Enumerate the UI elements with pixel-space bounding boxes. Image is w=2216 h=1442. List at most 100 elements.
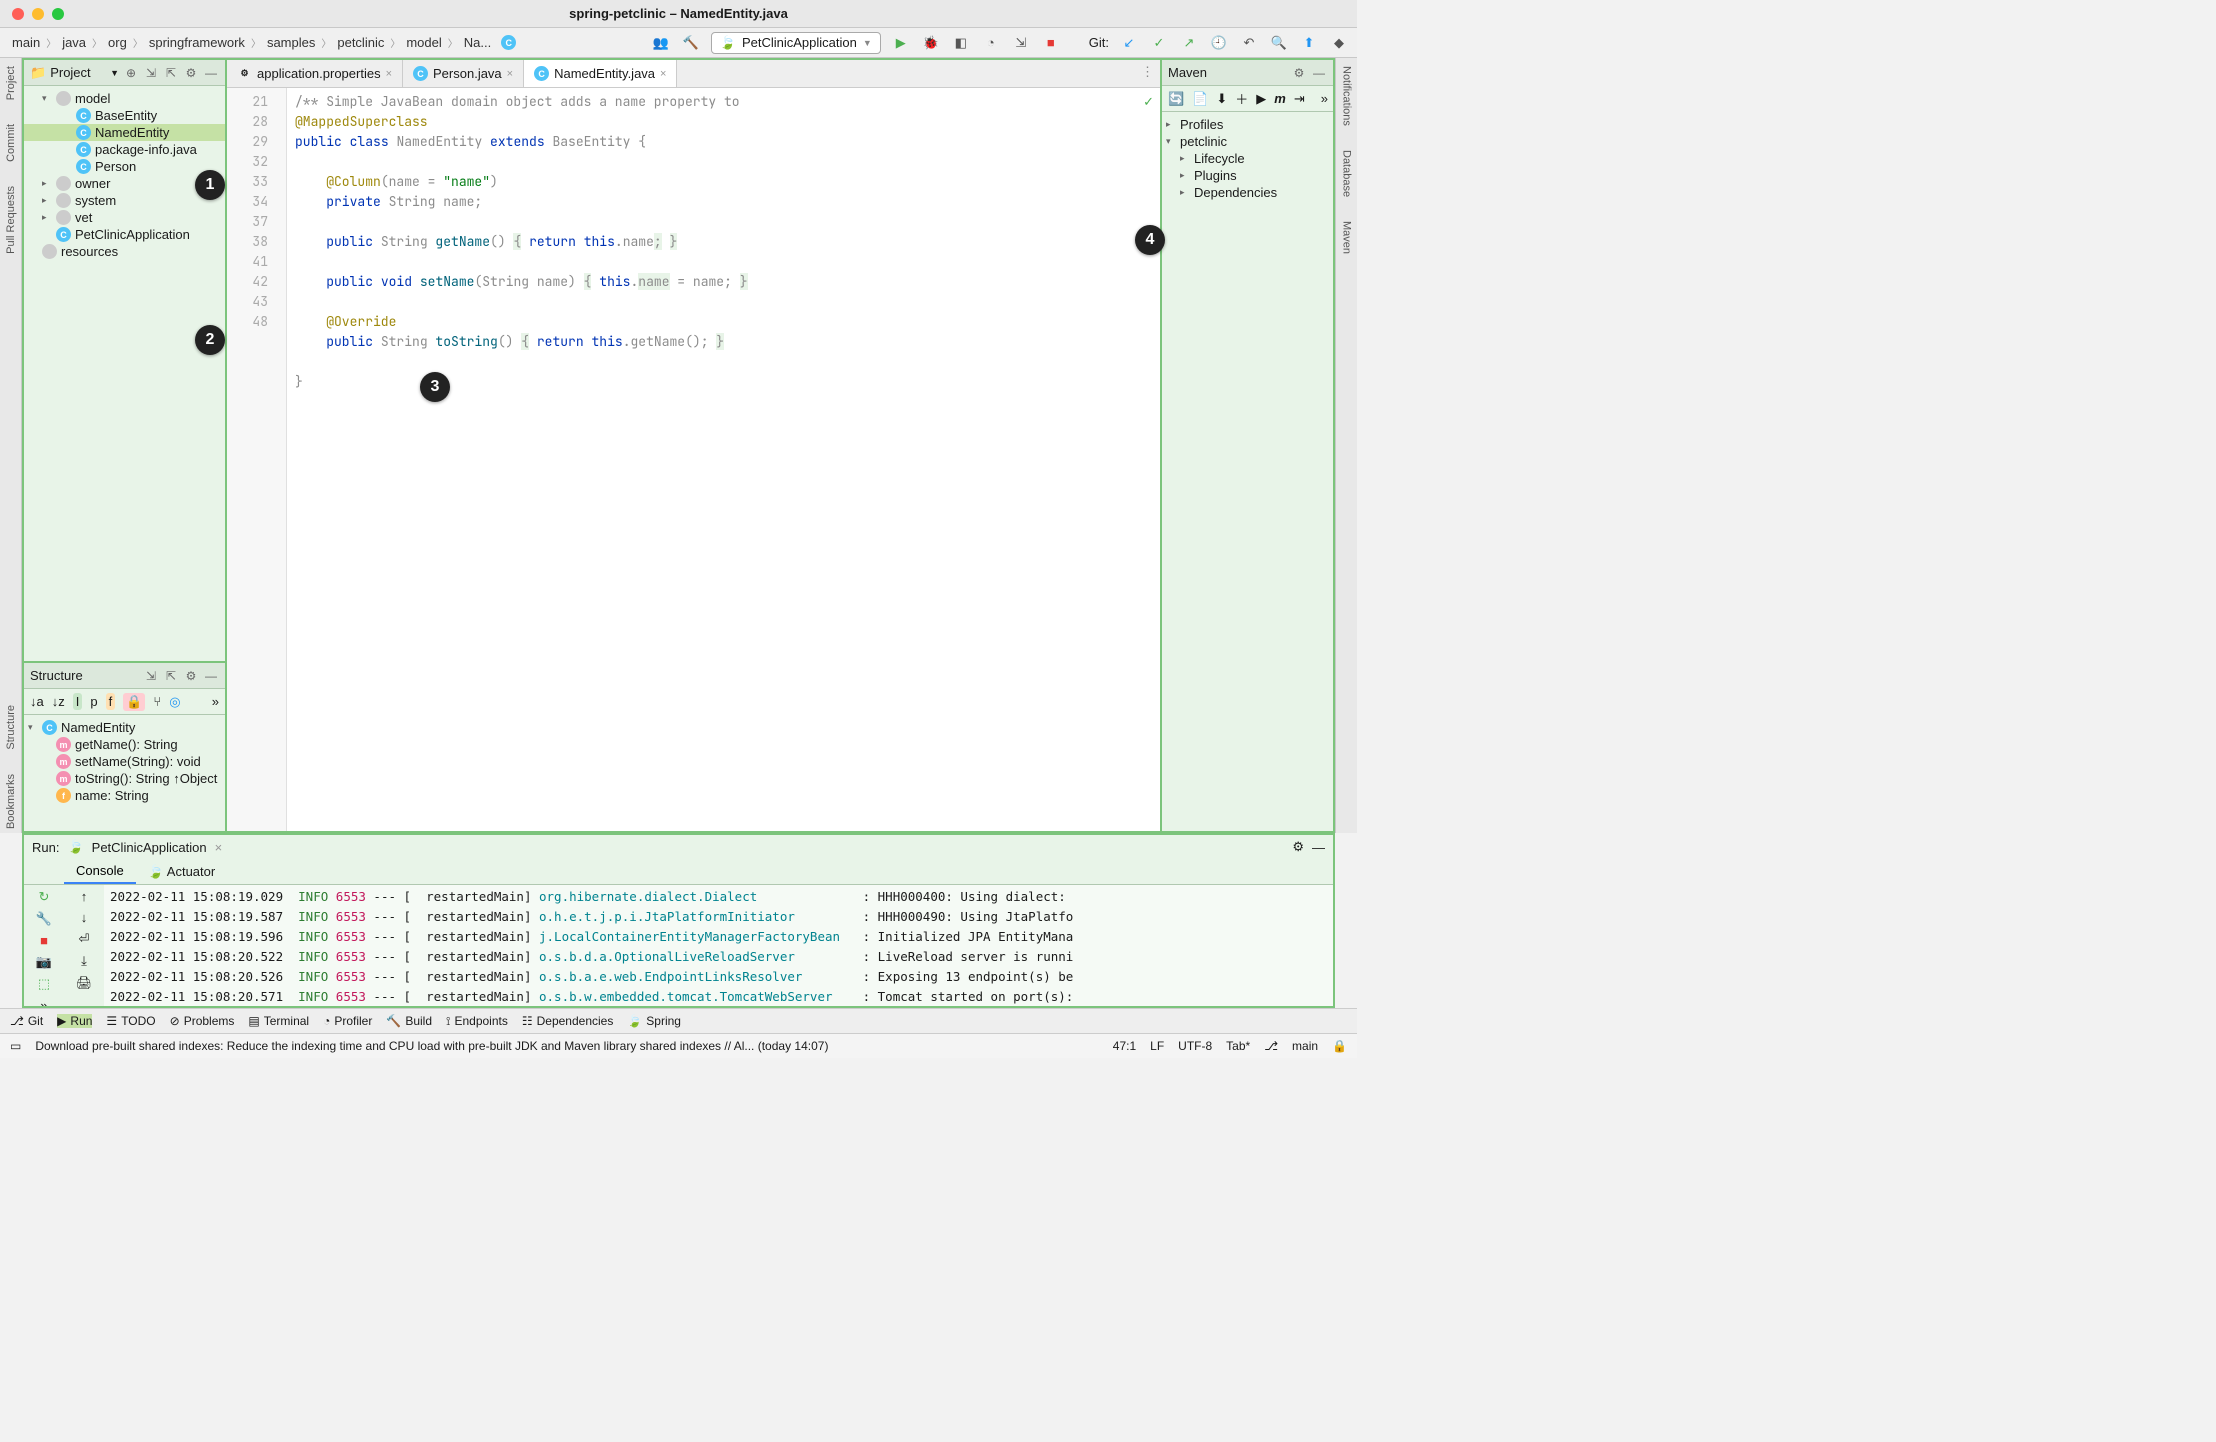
sort-vis-icon[interactable]: ↓z [52, 694, 65, 709]
tree-node[interactable]: fname: String [24, 787, 225, 804]
download-icon[interactable]: ⬇ [1216, 91, 1227, 107]
more-icon[interactable]: » [1321, 91, 1328, 106]
file-encoding[interactable]: UTF-8 [1178, 1039, 1212, 1053]
show-inherited-icon[interactable]: I [73, 693, 83, 710]
tree-node[interactable]: CNamedEntity [24, 124, 225, 141]
tab-structure[interactable]: Structure [3, 701, 19, 754]
gutter[interactable]: 212829323334373841424348 [227, 88, 287, 831]
maven-m-icon[interactable]: m [1274, 91, 1286, 106]
breadcrumb-item[interactable]: model [402, 33, 445, 52]
console-output[interactable]: 2022-02-11 15:08:19.029 INFO 6553 --- [ … [104, 885, 1333, 1006]
tree-node[interactable]: mtoString(): String ↑Object [24, 770, 225, 787]
tree-node[interactable]: ▸Lifecycle [1162, 150, 1333, 167]
coverage-icon[interactable]: ◧ [951, 33, 971, 53]
maximize-window-button[interactable] [52, 8, 64, 20]
settings-icon[interactable]: ⚙ [183, 668, 199, 684]
breadcrumb-item[interactable]: petclinic [333, 33, 388, 52]
editor-tab[interactable]: ⚙application.properties× [227, 60, 403, 87]
breadcrumb-item[interactable]: samples [263, 33, 319, 52]
users-icon[interactable]: 👥 [651, 33, 671, 53]
actuator-tab[interactable]: 🍃 Actuator [136, 860, 228, 884]
build-icon[interactable]: 🔨 [681, 33, 701, 53]
tab-pull-requests[interactable]: Pull Requests [3, 182, 19, 258]
bottom-tab-terminal[interactable]: ▤Terminal [248, 1014, 309, 1028]
breadcrumb-item[interactable]: java [58, 33, 90, 52]
git-pull-icon[interactable]: ↙ [1119, 33, 1139, 53]
hide-icon[interactable]: — [203, 668, 219, 684]
tab-database[interactable]: Database [1339, 146, 1355, 201]
close-window-button[interactable] [12, 8, 24, 20]
tab-maven[interactable]: Maven [1339, 217, 1355, 258]
attach-icon[interactable]: ⇲ [1011, 33, 1031, 53]
settings-icon[interactable]: ⚙ [1291, 65, 1307, 81]
code-content[interactable]: /** Simple JavaBean domain object adds a… [287, 88, 1160, 831]
tree-node[interactable]: mgetName(): String [24, 736, 225, 753]
scroll-icon[interactable]: ⤓ [81, 953, 87, 969]
down-icon[interactable]: ↓ [81, 910, 88, 925]
run-icon[interactable]: ▶ [891, 33, 911, 53]
tab-commit[interactable]: Commit [3, 120, 19, 166]
bottom-tab-problems[interactable]: ⊘Problems [170, 1014, 235, 1028]
sync-icon[interactable]: ⬆ [1299, 33, 1319, 53]
stop-icon[interactable]: ■ [40, 933, 48, 948]
breadcrumb-item[interactable]: springframework [145, 33, 249, 52]
close-run-tab[interactable]: × [215, 840, 223, 855]
locate-icon[interactable]: ⊕ [123, 65, 139, 81]
tab-project[interactable]: Project [3, 62, 19, 104]
tree-node[interactable]: ▾CNamedEntity [24, 719, 225, 736]
bottom-tab-spring[interactable]: 🍃Spring [627, 1014, 681, 1028]
close-tab-icon[interactable]: × [386, 68, 392, 80]
console-tab[interactable]: Console [64, 859, 136, 884]
autoscroll-icon[interactable]: ⑂ [153, 694, 161, 709]
caret-position[interactable]: 47:1 [1113, 1039, 1136, 1053]
reload-icon[interactable]: 🔄 [1168, 91, 1184, 107]
undo-icon[interactable]: ↶ [1239, 33, 1259, 53]
generate-icon[interactable]: 📄 [1192, 91, 1208, 107]
status-icon[interactable]: ▭ [10, 1039, 21, 1053]
more-icon[interactable]: » [40, 998, 47, 1006]
bottom-tab-profiler[interactable]: ◔Profiler [323, 1014, 372, 1028]
bottom-tab-endpoints[interactable]: ⟟Endpoints [446, 1014, 508, 1029]
tree-node[interactable]: CBaseEntity [24, 107, 225, 124]
bottom-tab-build[interactable]: 🔨Build [386, 1014, 432, 1028]
collapse-icon[interactable]: ⇱ [163, 65, 179, 81]
structure-tree[interactable]: ▾CNamedEntitymgetName(): StringmsetName(… [24, 715, 225, 831]
show-props-icon[interactable]: p [90, 694, 97, 709]
editor-tab[interactable]: CNamedEntity.java× [524, 60, 677, 87]
wrench-icon[interactable]: 🔧 [36, 911, 52, 927]
show-fields-icon[interactable]: f [106, 693, 116, 710]
sort-alpha-icon[interactable]: ↓a [30, 694, 44, 709]
tree-node[interactable]: msetName(String): void [24, 753, 225, 770]
line-separator[interactable]: LF [1150, 1039, 1164, 1053]
hide-icon[interactable]: — [203, 65, 219, 81]
inspection-ok-icon[interactable]: ✓ [1143, 94, 1154, 110]
minimize-window-button[interactable] [32, 8, 44, 20]
toggle-icon[interactable]: ⇥ [1294, 91, 1305, 107]
tree-node[interactable]: ▸Dependencies [1162, 184, 1333, 201]
lock-icon[interactable]: 🔒 [1332, 1039, 1347, 1053]
bottom-tab-todo[interactable]: ☰TODO [106, 1014, 155, 1028]
close-tab-icon[interactable]: × [660, 68, 666, 80]
target-icon[interactable]: ◎ [169, 694, 180, 710]
run-config-dropdown[interactable]: 🍃 PetClinicApplication ▼ [711, 32, 881, 54]
rerun-icon[interactable]: ↻ [39, 889, 50, 905]
project-tree[interactable]: ▾modelCBaseEntityCNamedEntityCpackage-in… [24, 86, 225, 661]
hide-icon[interactable]: — [1311, 65, 1327, 81]
breadcrumb-item[interactable]: main [8, 33, 44, 52]
more-icon[interactable]: » [212, 694, 219, 709]
add-icon[interactable]: ＋ [1235, 89, 1248, 108]
tree-node[interactable]: ▸Plugins [1162, 167, 1333, 184]
tree-node[interactable]: resources [24, 243, 225, 260]
print-icon[interactable]: 🖨 [76, 975, 93, 991]
close-tab-icon[interactable]: × [507, 68, 513, 80]
tab-bookmarks[interactable]: Bookmarks [3, 770, 19, 833]
breadcrumb-item[interactable]: org [104, 33, 131, 52]
tree-node[interactable]: Cpackage-info.java [24, 141, 225, 158]
hide-icon[interactable]: — [1312, 840, 1325, 855]
tree-node[interactable]: CPetClinicApplication [24, 226, 225, 243]
tree-node[interactable]: ▸vet [24, 209, 225, 226]
tree-node[interactable]: ▸Profiles [1162, 116, 1333, 133]
bottom-tab-git[interactable]: ⎇Git [10, 1014, 43, 1028]
bottom-tab-run[interactable]: ▶Run [57, 1014, 92, 1028]
tree-node[interactable]: ▾model [24, 90, 225, 107]
